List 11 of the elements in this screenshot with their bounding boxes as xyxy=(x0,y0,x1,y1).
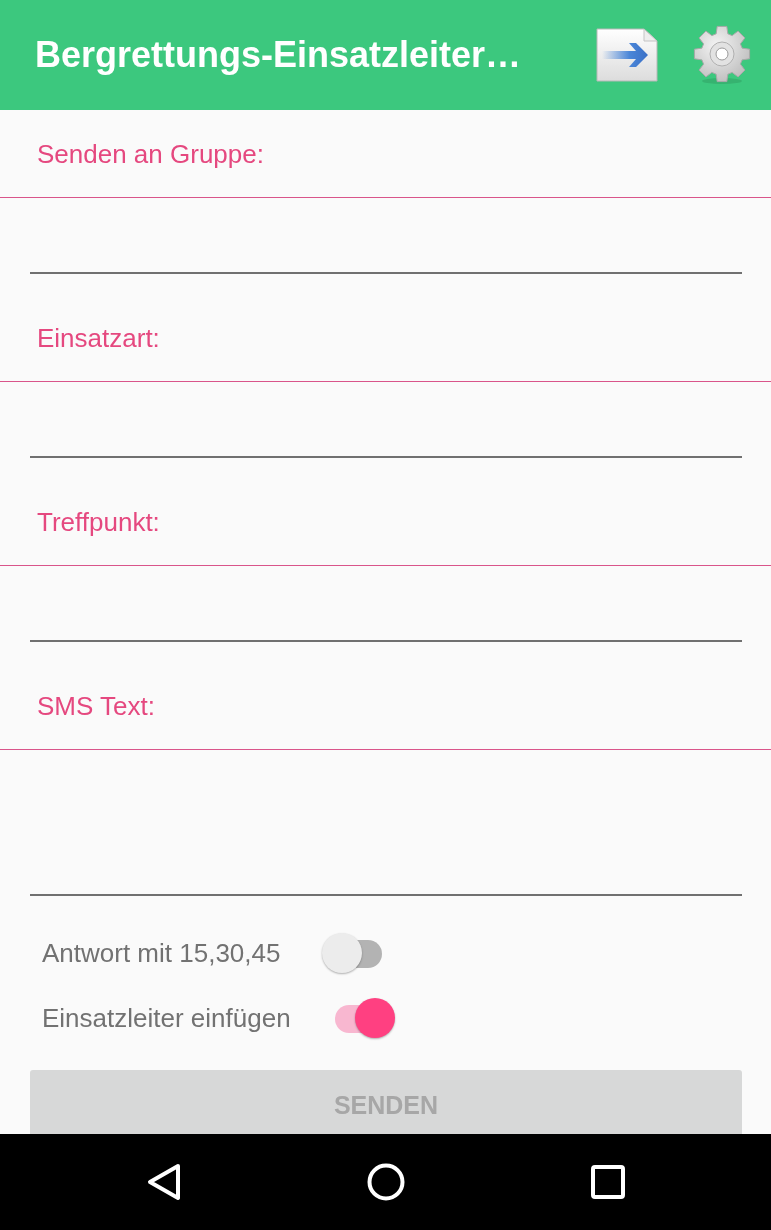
section-label: Treffpunkt: xyxy=(37,505,160,538)
section-label: SMS Text: xyxy=(37,689,155,722)
gear-icon[interactable] xyxy=(693,25,751,85)
home-icon[interactable] xyxy=(366,1163,405,1201)
section-label: Senden an Gruppe: xyxy=(37,137,264,170)
back-icon[interactable] xyxy=(146,1163,181,1201)
app-title: Bergrettungs-Einsatzleiter… xyxy=(35,34,523,76)
switch-label: Antwort mit 15,30,45 xyxy=(42,938,281,969)
recents-icon[interactable] xyxy=(590,1165,625,1199)
switch-label: Einsatzleiter einfügen xyxy=(42,1003,291,1034)
section-label: Einsatzart: xyxy=(37,321,160,354)
